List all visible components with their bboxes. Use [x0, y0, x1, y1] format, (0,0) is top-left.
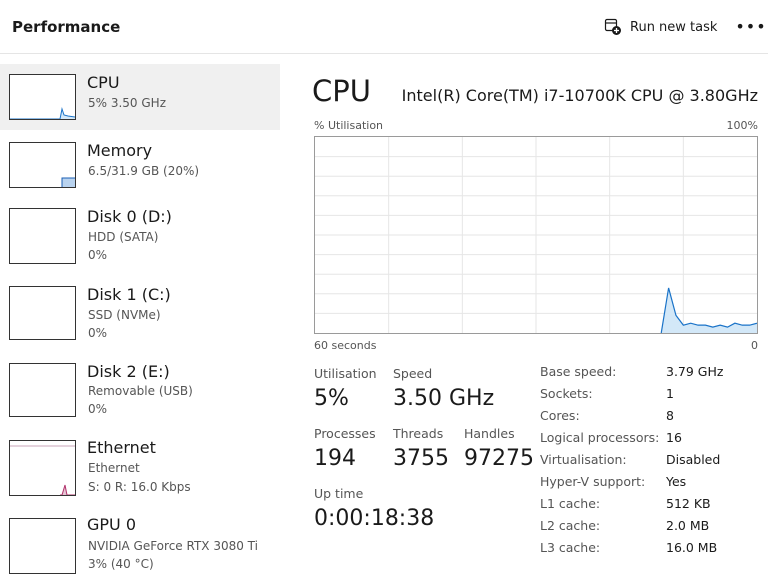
sidebar-item-disk-0[interactable]: Disk 0 (D:) HDD (SATA) 0% [0, 198, 280, 264]
property-value: Yes [666, 474, 687, 489]
cpu-model-name: Intel(R) Core(TM) i7-10700K CPU @ 3.80GH… [401, 86, 758, 105]
property-key: Base speed: [540, 364, 617, 379]
gpu-0-thumbnail-graph [9, 518, 76, 574]
sidebar-item-title: Ethernet [87, 438, 156, 457]
property-row: Cores: 8 [540, 408, 768, 430]
graph-x-right-label: 0 [751, 339, 758, 352]
handles-label: Handles [464, 426, 515, 441]
sidebar-item-subtitle: NVIDIA GeForce RTX 3080 Ti [88, 539, 258, 553]
page-title: Performance [12, 18, 121, 36]
graph-x-left-label: 60 seconds [314, 339, 377, 352]
sidebar-item-subtitle: 6.5/31.9 GB (20%) [88, 164, 200, 178]
speed-label: Speed [393, 366, 433, 381]
sidebar-item-subtitle: SSD (NVMe) [88, 308, 161, 322]
sidebar-item-ethernet[interactable]: Ethernet Ethernet S: 0 R: 16.0 Kbps [0, 432, 280, 498]
property-row: Sockets: 1 [540, 386, 768, 408]
disk-2-thumbnail-graph [9, 363, 76, 417]
sidebar-item-cpu[interactable]: CPU 5% 3.50 GHz [0, 64, 280, 130]
property-key: Hyper-V support: [540, 474, 646, 489]
property-key: L2 cache: [540, 518, 601, 533]
graph-y-label: % Utilisation [314, 119, 384, 132]
sidebar-item-title: Memory [87, 141, 153, 160]
ethernet-thumbnail-graph [9, 440, 76, 496]
run-task-icon [604, 18, 621, 35]
speed-value: 3.50 GHz [393, 386, 495, 411]
sidebar: CPU 5% 3.50 GHz Memory 6.5/31.9 GB (20%)… [0, 64, 280, 575]
property-key: Cores: [540, 408, 580, 423]
sidebar-item-value: 0% [88, 326, 108, 340]
property-value: 16 [666, 430, 682, 445]
sidebar-item-title: CPU [87, 73, 120, 92]
run-new-task-button[interactable]: Run new task [604, 14, 717, 40]
sidebar-item-value: 3% (40 °C) [88, 557, 154, 571]
sidebar-item-memory[interactable]: Memory 6.5/31.9 GB (20%) [0, 132, 280, 198]
property-value: Disabled [666, 452, 721, 467]
graph-y-max-label: 100% [726, 119, 758, 132]
cpu-thumbnail-graph [9, 74, 76, 120]
sidebar-item-disk-2[interactable]: Disk 2 (E:) Removable (USB) 0% [0, 354, 280, 420]
processes-label: Processes [314, 426, 376, 441]
property-row: L2 cache: 2.0 MB [540, 518, 768, 540]
property-key: L3 cache: [540, 540, 601, 555]
sidebar-item-subtitle: Removable (USB) [88, 384, 193, 398]
utilisation-value: 5% [314, 386, 349, 411]
property-value: 512 KB [666, 496, 711, 511]
property-row: Virtualisation: Disabled [540, 452, 768, 474]
sidebar-item-title: Disk 2 (E:) [87, 362, 170, 381]
uptime-label: Up time [314, 486, 364, 501]
threads-label: Threads [393, 426, 444, 441]
run-new-task-label: Run new task [630, 19, 718, 35]
threads-value: 3755 [393, 446, 449, 471]
cpu-utilisation-graph [314, 136, 758, 334]
property-key: Logical processors: [540, 430, 660, 445]
sidebar-item-title: Disk 0 (D:) [87, 207, 172, 226]
more-options-icon: ••• [735, 17, 767, 36]
utilisation-label: Utilisation [314, 366, 377, 381]
more-options-button[interactable]: ••• [735, 14, 767, 40]
property-value: 2.0 MB [666, 518, 710, 533]
property-row: Base speed: 3.79 GHz [540, 364, 768, 386]
property-key: Sockets: [540, 386, 593, 401]
sidebar-item-value: 0% [88, 402, 108, 416]
header: Performance Run new task ••• [0, 0, 768, 54]
cpu-title: CPU [312, 74, 371, 108]
processes-value: 194 [314, 446, 356, 471]
sidebar-item-disk-1[interactable]: Disk 1 (C:) SSD (NVMe) 0% [0, 276, 280, 342]
property-row: L3 cache: 16.0 MB [540, 540, 768, 562]
cpu-utilisation-chart [315, 137, 758, 334]
property-value: 8 [666, 408, 674, 423]
sidebar-item-subtitle: Ethernet [88, 461, 140, 475]
sidebar-item-subtitle: HDD (SATA) [88, 230, 159, 244]
cpu-details-panel: CPU Intel(R) Core(TM) i7-10700K CPU @ 3.… [306, 64, 768, 575]
sidebar-item-title: GPU 0 [87, 515, 137, 534]
property-row: L1 cache: 512 KB [540, 496, 768, 518]
sidebar-item-subtitle: 5% 3.50 GHz [88, 96, 167, 110]
property-value: 1 [666, 386, 674, 401]
property-value: 3.79 GHz [666, 364, 724, 379]
property-key: Virtualisation: [540, 452, 627, 467]
property-row: Logical processors: 16 [540, 430, 768, 452]
sidebar-item-value: 0% [88, 248, 108, 262]
uptime-value: 0:00:18:38 [314, 506, 435, 531]
sidebar-item-value: S: 0 R: 16.0 Kbps [88, 480, 191, 494]
property-key: L1 cache: [540, 496, 601, 511]
disk-0-thumbnail-graph [9, 208, 76, 264]
memory-thumbnail-graph [9, 142, 76, 188]
property-row: Hyper-V support: Yes [540, 474, 768, 496]
disk-1-thumbnail-graph [9, 286, 76, 340]
sidebar-item-gpu-0[interactable]: GPU 0 NVIDIA GeForce RTX 3080 Ti 3% (40 … [0, 510, 280, 575]
sidebar-item-title: Disk 1 (C:) [87, 285, 171, 304]
property-value: 16.0 MB [666, 540, 718, 555]
handles-value: 97275 [464, 446, 534, 471]
